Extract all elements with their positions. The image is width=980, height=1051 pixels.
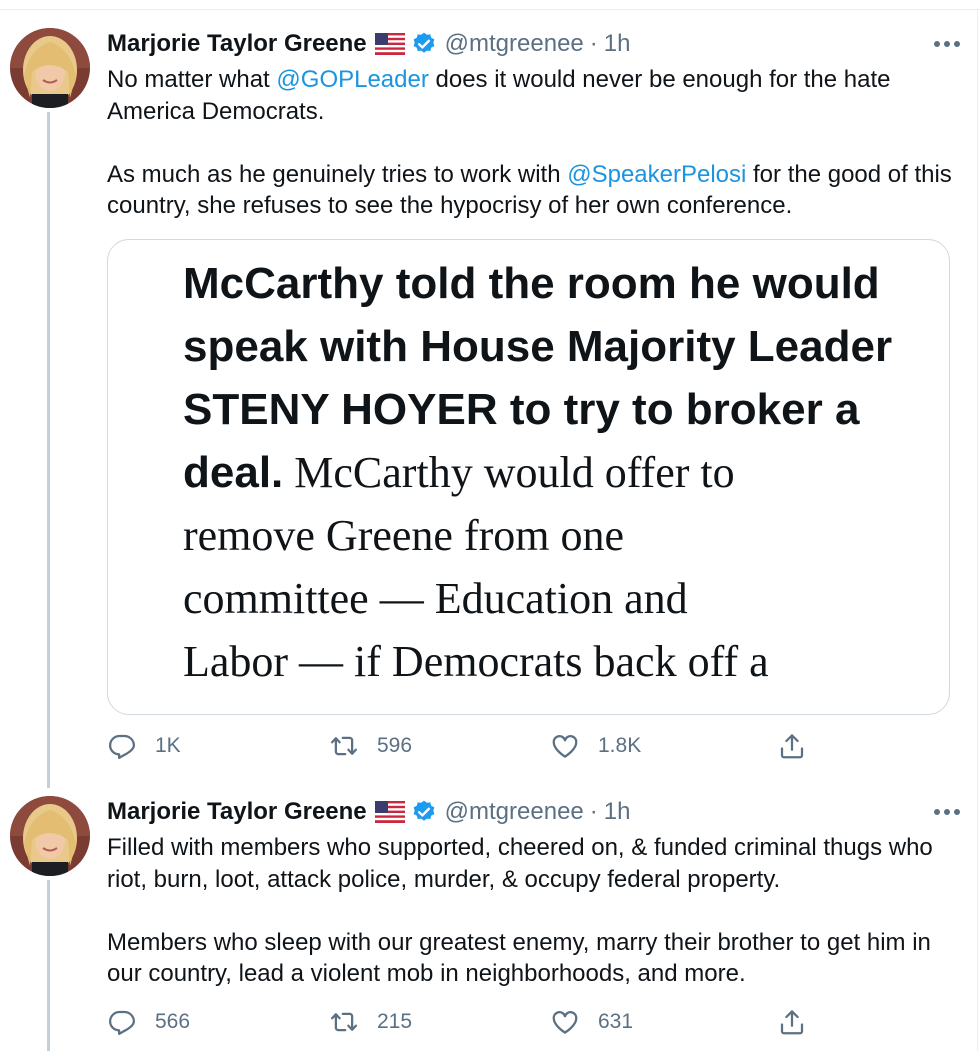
separator-dot: · bbox=[589, 798, 598, 825]
card-serif-text: McCarthy would offer to bbox=[283, 448, 735, 497]
author-handle[interactable]: @mtgreenee bbox=[445, 798, 584, 826]
card-line: committee — Education and bbox=[183, 574, 688, 623]
like-count: 631 bbox=[598, 1010, 634, 1033]
mention-link[interactable]: @SpeakerPelosi bbox=[567, 161, 746, 188]
retweet-button[interactable]: 215 bbox=[329, 1004, 412, 1040]
timestamp[interactable]: 1h bbox=[604, 798, 631, 826]
tweet-paragraph: No matter what @GOPLeader does it would … bbox=[107, 64, 957, 127]
tweet-text: Filled with members who supported, cheer… bbox=[107, 832, 957, 990]
avatar[interactable] bbox=[10, 796, 90, 876]
tweet-paragraph: As much as he genuinely tries to work wi… bbox=[107, 159, 957, 222]
tweet-text: No matter what @GOPLeader does it would … bbox=[107, 64, 957, 222]
card-line: McCarthy told the room he would bbox=[183, 259, 880, 308]
card-line: deal. McCarthy would offer to bbox=[183, 441, 903, 504]
more-options-icon[interactable] bbox=[930, 796, 964, 828]
tweet-header: Marjorie Taylor Greene @mtgreenee · 1h bbox=[107, 28, 957, 60]
more-options-icon[interactable] bbox=[930, 28, 964, 60]
like-button[interactable]: 1.8K bbox=[550, 728, 641, 764]
tweet-header: Marjorie Taylor Greene @mtgreenee · 1h bbox=[107, 796, 957, 828]
separator-dot: · bbox=[589, 30, 598, 57]
author-name[interactable]: Marjorie Taylor Greene bbox=[107, 30, 367, 58]
avatar-image bbox=[10, 28, 90, 108]
avatar-image bbox=[10, 796, 90, 876]
verified-badge-icon bbox=[413, 800, 435, 821]
share-icon bbox=[780, 1010, 804, 1035]
text-segment: As much as he genuinely tries to work wi… bbox=[107, 160, 568, 188]
tweet-actions: 566 215 631 bbox=[107, 1004, 827, 1040]
like-count: 1.8K bbox=[598, 734, 642, 757]
attached-image-card[interactable]: McCarthy told the room he would speak wi… bbox=[107, 239, 950, 715]
heart-icon bbox=[552, 1011, 578, 1034]
screenshot-text: McCarthy told the room he would speak wi… bbox=[183, 252, 903, 714]
share-button[interactable] bbox=[777, 728, 825, 764]
author-name[interactable]: Marjorie Taylor Greene bbox=[107, 798, 367, 826]
card-line-clipped bbox=[183, 693, 903, 714]
timestamp[interactable]: 1h bbox=[604, 30, 631, 58]
avatar[interactable] bbox=[10, 28, 90, 108]
card-bold-text: deal. bbox=[183, 448, 284, 497]
reply-icon bbox=[109, 734, 135, 759]
tweet-actions: 1K 596 1.8K bbox=[107, 728, 827, 764]
like-button[interactable]: 631 bbox=[550, 1004, 633, 1040]
us-flag-icon bbox=[374, 801, 405, 823]
reply-count: 1K bbox=[155, 734, 181, 757]
author-handle[interactable]: @mtgreenee bbox=[445, 30, 584, 58]
card-line: speak with House Majority Leader bbox=[183, 322, 893, 371]
share-button[interactable] bbox=[777, 1004, 825, 1040]
mention-link[interactable]: @GOPLeader bbox=[276, 66, 428, 93]
tweet-paragraph: Filled with members who supported, cheer… bbox=[107, 834, 933, 893]
card-line: remove Greene from one bbox=[183, 511, 625, 560]
thread-connector-line bbox=[47, 112, 50, 788]
reply-icon bbox=[109, 1010, 135, 1035]
retweet-count: 215 bbox=[377, 1010, 413, 1033]
retweet-icon bbox=[331, 736, 357, 756]
verified-badge-icon bbox=[413, 32, 435, 53]
share-icon bbox=[780, 734, 804, 759]
retweet-button[interactable]: 596 bbox=[329, 728, 412, 764]
card-line: Labor — if Democrats back off a bbox=[183, 637, 769, 686]
thread-connector-line bbox=[47, 880, 50, 1051]
top-divider bbox=[0, 0, 980, 10]
reply-button[interactable]: 1K bbox=[107, 728, 181, 764]
heart-icon bbox=[552, 735, 578, 758]
retweet-icon bbox=[331, 1012, 357, 1032]
reply-count: 566 bbox=[155, 1010, 191, 1033]
reply-button[interactable]: 566 bbox=[107, 1004, 190, 1040]
right-divider bbox=[977, 10, 978, 1051]
retweet-count: 596 bbox=[377, 734, 413, 757]
card-line: STENY HOYER to try to broker a bbox=[183, 385, 860, 434]
tweet-paragraph: Members who sleep with our greatest enem… bbox=[107, 928, 931, 988]
text-segment: No matter what bbox=[107, 66, 277, 93]
us-flag-icon bbox=[374, 33, 405, 55]
